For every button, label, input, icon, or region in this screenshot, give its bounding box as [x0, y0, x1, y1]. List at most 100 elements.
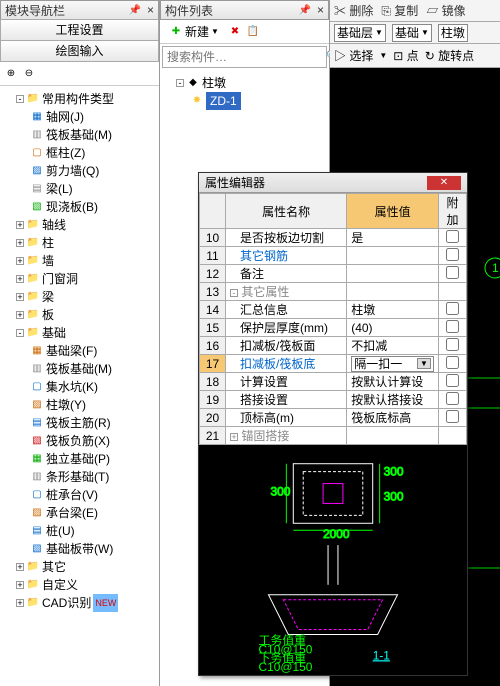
tree-toggle[interactable]: +	[16, 293, 24, 301]
prop-row[interactable]: 15 保护层厚度(mm)(40)	[200, 319, 467, 337]
tree-item[interactable]: ▦基础梁(F)	[30, 342, 157, 360]
prop-row[interactable]: 18 计算设置按默认计算设	[200, 373, 467, 391]
extra-checkbox[interactable]	[446, 392, 459, 405]
prop-value[interactable]: 隔一扣一▼	[347, 355, 439, 373]
tree-item[interactable]: ▤梁(L)	[30, 180, 157, 198]
tree-item[interactable]: ▥筏板基础(M)	[30, 126, 157, 144]
tree-item[interactable]: ▧现浇板(B)	[30, 198, 157, 216]
extra-checkbox[interactable]	[446, 374, 459, 387]
list-item-selected[interactable]: ZD-1	[206, 92, 241, 110]
close-icon[interactable]: ✕	[427, 176, 461, 190]
mirror-button[interactable]: ▱ 镜像	[426, 2, 465, 19]
prop-value[interactable]	[347, 427, 439, 445]
tree-toggle[interactable]: +	[16, 257, 24, 265]
pin-icon[interactable]: 📌	[129, 5, 141, 16]
prop-value[interactable]: 按默认计算设	[347, 373, 439, 391]
prop-value[interactable]: 柱墩	[347, 301, 439, 319]
pin-icon[interactable]: 📌	[299, 5, 311, 16]
prop-row[interactable]: 12 备注	[200, 265, 467, 283]
property-grid[interactable]: 属性名称 属性值 附加 10 是否按板边切割是11 其它钢筋12 备注13- 其…	[199, 193, 467, 445]
tree-toggle[interactable]: -	[176, 79, 184, 87]
tab-project-settings[interactable]: 工程设置	[0, 19, 159, 41]
tree-item[interactable]: ▢集水坑(K)	[30, 378, 157, 396]
delete-icon[interactable]: ✖	[228, 25, 242, 39]
tree-toggle[interactable]: +	[16, 599, 24, 607]
collapse-icon[interactable]: ⊖	[22, 67, 36, 81]
layer-combo-3[interactable]: 柱墩	[438, 24, 468, 42]
tree-category[interactable]: +📁梁	[16, 288, 157, 306]
copy-button[interactable]: ⎘ 复制	[381, 2, 418, 19]
tree-category[interactable]: +📁板	[16, 306, 157, 324]
tree-category[interactable]: +📁CAD识别 NEW	[16, 594, 157, 612]
extra-checkbox[interactable]	[446, 320, 459, 333]
tree-category[interactable]: +📁墙	[16, 252, 157, 270]
prop-value[interactable]	[347, 247, 439, 265]
close-icon[interactable]: ×	[317, 3, 324, 17]
extra-checkbox[interactable]	[446, 410, 459, 423]
tree-toggle[interactable]: -	[16, 329, 24, 337]
extra-checkbox[interactable]	[446, 302, 459, 315]
list-root[interactable]: 柱墩	[202, 74, 226, 92]
search-box[interactable]: 🔍	[162, 46, 327, 68]
tree-toggle[interactable]: -	[16, 95, 24, 103]
tree-item[interactable]: ▧基础板带(W)	[30, 540, 157, 558]
layer-combo-2[interactable]: 基础▼	[392, 24, 432, 42]
select-button[interactable]: ▷ 选择	[334, 47, 373, 64]
value-dropdown[interactable]: 隔一扣一▼	[351, 356, 434, 372]
prop-value[interactable]: 按默认搭接设	[347, 391, 439, 409]
tree-toggle[interactable]: +	[16, 311, 24, 319]
prop-value[interactable]: 不扣减	[347, 337, 439, 355]
prop-row[interactable]: 16 扣减板/筏板面不扣减	[200, 337, 467, 355]
tree-item[interactable]: ▦轴网(J)	[30, 108, 157, 126]
tree-item[interactable]: ▧筏板负筋(X)	[30, 432, 157, 450]
prop-row[interactable]: 11 其它钢筋	[200, 247, 467, 265]
point-button[interactable]: ⊡ 点	[393, 47, 418, 64]
layer-combo-1[interactable]: 基础层▼	[334, 24, 386, 42]
prop-row[interactable]: 20 顶标高(m)筏板底标高	[200, 409, 467, 427]
search-input[interactable]	[163, 50, 326, 64]
extra-checkbox[interactable]	[446, 266, 459, 279]
copy-icon[interactable]: 📋	[246, 25, 260, 39]
tree-category[interactable]: +📁轴线	[16, 216, 157, 234]
prop-value[interactable]: (40)	[347, 319, 439, 337]
tree-category[interactable]: +📁自定义	[16, 576, 157, 594]
prop-value[interactable]	[347, 265, 439, 283]
tree-item[interactable]: ▥筏板基础(M)	[30, 360, 157, 378]
tab-draw-input[interactable]: 绘图输入	[0, 40, 159, 62]
tree-root[interactable]: 常用构件类型	[42, 90, 114, 108]
tree-item[interactable]: ▦独立基础(P)	[30, 450, 157, 468]
close-icon[interactable]: ×	[147, 3, 154, 17]
new-button[interactable]: ✚新建▼	[164, 21, 224, 42]
tree-category[interactable]: +📁门窗洞	[16, 270, 157, 288]
tree-item[interactable]: ▥条形基础(T)	[30, 468, 157, 486]
expand-icon[interactable]: ⊕	[4, 67, 18, 81]
tree-category[interactable]: +📁柱	[16, 234, 157, 252]
prop-row[interactable]: 14 汇总信息柱墩	[200, 301, 467, 319]
tree-toggle[interactable]: +	[16, 275, 24, 283]
tree-item[interactable]: ▤筏板主筋(R)	[30, 414, 157, 432]
delete-button[interactable]: ✂ 删除	[334, 2, 373, 19]
tree-item[interactable]: ▤桩(U)	[30, 522, 157, 540]
prop-row[interactable]: 17 扣减板/筏板底隔一扣一▼	[200, 355, 467, 373]
tree-toggle[interactable]: +	[16, 581, 24, 589]
prop-row[interactable]: 21+ 锚固搭接	[200, 427, 467, 445]
extra-checkbox[interactable]	[446, 230, 459, 243]
tree-category[interactable]: +📁其它	[16, 558, 157, 576]
prop-row[interactable]: 13- 其它属性	[200, 283, 467, 301]
prop-value[interactable]: 是	[347, 229, 439, 247]
prop-value[interactable]: 筏板底标高	[347, 409, 439, 427]
prop-value[interactable]	[347, 283, 439, 301]
tree-item[interactable]: ▢桩承台(V)	[30, 486, 157, 504]
tree-item[interactable]: ▨承台梁(E)	[30, 504, 157, 522]
extra-checkbox[interactable]	[446, 356, 459, 369]
tree-toggle[interactable]: +	[16, 239, 24, 247]
prop-titlebar[interactable]: 属性编辑器 ✕	[199, 173, 467, 193]
tree-toggle[interactable]: +	[16, 221, 24, 229]
tree-jichu[interactable]: 基础	[42, 324, 66, 342]
component-tree[interactable]: -📁常用构件类型 ▦轴网(J)▥筏板基础(M)▢框柱(Z)▨剪力墙(Q)▤梁(L…	[0, 86, 159, 682]
tree-item[interactable]: ▢框柱(Z)	[30, 144, 157, 162]
prop-row[interactable]: 19 搭接设置按默认搭接设	[200, 391, 467, 409]
prop-row[interactable]: 10 是否按板边切割是	[200, 229, 467, 247]
extra-checkbox[interactable]	[446, 248, 459, 261]
section-link[interactable]: 1-1	[373, 648, 391, 662]
